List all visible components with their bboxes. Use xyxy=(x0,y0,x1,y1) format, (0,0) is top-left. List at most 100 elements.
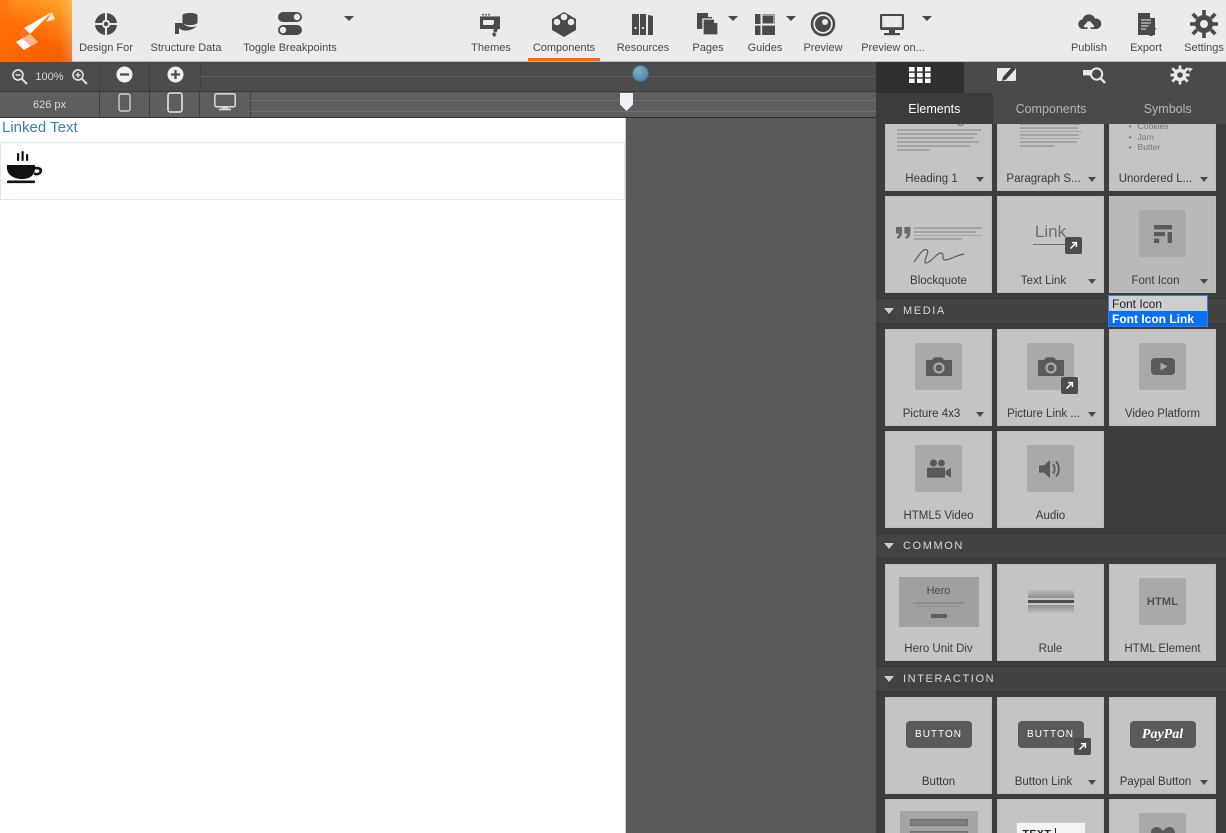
section-title: MEDIA xyxy=(903,305,946,317)
section-header-interaction[interactable]: INTERACTION xyxy=(876,666,1226,692)
dropdown-option-font-icon-link[interactable]: Font Icon Link xyxy=(1109,311,1207,326)
toolbar-button-structure-data[interactable]: Structure Data xyxy=(140,0,232,61)
toolbar-label: Settings xyxy=(1184,42,1224,54)
triangle-down-icon xyxy=(884,308,894,314)
tile-label: Button Link xyxy=(998,771,1103,793)
panel-tab-settings[interactable] xyxy=(1138,62,1226,93)
chevron-down-icon[interactable] xyxy=(1200,279,1208,284)
dropdown-option-font-icon[interactable]: Font Icon xyxy=(1109,296,1207,311)
device-tablet-button[interactable] xyxy=(150,91,200,118)
zoom-in-magnifier-icon[interactable] xyxy=(71,68,88,85)
tile-text-link[interactable]: Link Text Link xyxy=(997,196,1104,293)
button-link-preview: BUTTON xyxy=(998,698,1103,771)
breakpoint-remove-button[interactable] xyxy=(100,62,150,91)
toolbar-button-design-for[interactable]: Design For xyxy=(72,0,140,61)
main-toolbar: Design For Structure Data Toggle Breakpo… xyxy=(0,0,1226,62)
tile-video-platform[interactable]: Video Platform xyxy=(1109,329,1216,426)
subtab-symbols[interactable]: Symbols xyxy=(1109,93,1226,124)
zoom-out-magnifier-icon[interactable] xyxy=(11,68,29,85)
chevron-down-icon[interactable] xyxy=(1200,177,1208,182)
panel-scroll-area[interactable]: Heading Heading 1 xyxy=(876,124,1226,833)
tile-label: Text Link xyxy=(998,270,1103,292)
section-text-grid: Heading Heading 1 xyxy=(876,124,1226,293)
toolbar-button-guides[interactable]: Guides xyxy=(736,0,796,61)
toolbar-button-themes[interactable]: Themes xyxy=(460,0,522,61)
subtab-components[interactable]: Components xyxy=(993,93,1110,124)
tile-hero-unit-div[interactable]: Hero Hero Unit Div xyxy=(885,564,992,661)
panel-tab-inspect[interactable] xyxy=(1051,62,1139,93)
toolbar-button-components[interactable]: Components xyxy=(522,0,606,61)
tile-label: Paragraph S... xyxy=(998,168,1103,190)
toolbar-button-pages[interactable]: Pages xyxy=(680,0,738,61)
chevron-down-icon[interactable] xyxy=(1088,412,1096,417)
toolbar-button-export[interactable]: Export xyxy=(1118,0,1174,61)
tile-rule[interactable]: Rule xyxy=(997,564,1104,661)
tile-html-element[interactable]: HTML HTML Element xyxy=(1109,564,1216,661)
tile-button[interactable]: BUTTON Button xyxy=(885,697,992,794)
button-preview: BUTTON xyxy=(886,698,991,771)
tile-picture-link[interactable]: Picture Link ... xyxy=(997,329,1104,426)
tile-label: Paypal Button xyxy=(1110,771,1215,793)
chevron-down-icon[interactable] xyxy=(342,16,354,25)
tile-heading-1[interactable]: Heading Heading 1 xyxy=(885,124,992,191)
toolbar-label: Design For xyxy=(79,42,133,54)
components-icon xyxy=(549,7,579,41)
breakpoint-add-button[interactable] xyxy=(150,62,200,91)
triangle-down-icon xyxy=(884,543,894,549)
preview-hero-text: Hero xyxy=(926,585,951,598)
tile-heart[interactable] xyxy=(1109,799,1216,833)
toolbar-button-publish[interactable]: Publish xyxy=(1060,0,1118,61)
chevron-down-icon[interactable] xyxy=(920,16,932,25)
tile-label: Unordered L... xyxy=(1110,168,1215,190)
toolbar-button-resources[interactable]: Resources xyxy=(606,0,680,61)
breakpoint-handle-dot[interactable] xyxy=(632,65,649,82)
tile-font-icon[interactable]: Font Icon xyxy=(1109,196,1216,293)
toolbar-button-preview-on[interactable]: Preview on... xyxy=(852,0,934,61)
app-logo xyxy=(0,0,72,62)
list-item: Cookies • xyxy=(1129,124,1197,132)
bullet-icon: • xyxy=(1128,124,1132,132)
chevron-down-icon[interactable] xyxy=(1088,177,1096,182)
toolbar-button-toggle-breakpoints[interactable]: Toggle Breakpoints xyxy=(232,0,354,61)
tile-button-link[interactable]: BUTTON Button Link xyxy=(997,697,1104,794)
tile-picture-4x3[interactable]: Picture 4x3 xyxy=(885,329,992,426)
linked-text-label[interactable]: Linked Text xyxy=(2,119,78,136)
plus-circle-icon xyxy=(167,66,184,88)
font-icon-variant-dropdown[interactable]: Font Icon Font Icon Link xyxy=(1108,295,1208,327)
tile-html5-video[interactable]: HTML5 Video xyxy=(885,431,992,528)
subtab-elements[interactable]: Elements xyxy=(876,93,993,124)
camera-link-icon xyxy=(1027,343,1078,394)
tile-form[interactable] xyxy=(885,799,992,833)
tile-label: Picture Link ... xyxy=(998,403,1103,425)
tile-audio[interactable]: Audio xyxy=(997,431,1104,528)
text-link-preview: Link xyxy=(998,197,1103,270)
tile-label: Blockquote xyxy=(910,275,967,287)
panel-subtab-strip: Elements Components Symbols xyxy=(876,93,1226,124)
chevron-down-icon[interactable] xyxy=(976,412,984,417)
design-canvas[interactable]: Linked Text xyxy=(0,118,626,833)
chevron-down-icon[interactable] xyxy=(1200,780,1208,785)
toolbar-button-settings[interactable]: Settings xyxy=(1174,0,1226,61)
chevron-down-icon[interactable] xyxy=(976,177,984,182)
preview-button-text: BUTTON xyxy=(905,721,972,748)
panel-tab-library[interactable] xyxy=(876,62,964,93)
tile-paragraph[interactable]: Paragraph S... xyxy=(997,124,1104,191)
tile-text-input[interactable]: TEXT xyxy=(997,799,1104,833)
device-desktop-button[interactable] xyxy=(200,92,250,117)
chevron-down-icon[interactable] xyxy=(1088,780,1096,785)
device-phone-button[interactable] xyxy=(100,92,150,117)
tile-unordered-list[interactable]: Coffee• Cookies• Jam• Butter• Unordered … xyxy=(1109,124,1216,191)
toolbar-button-preview[interactable]: Preview xyxy=(794,0,852,61)
tile-paypal-button[interactable]: PayPal Paypal Button xyxy=(1109,697,1216,794)
panel-tab-edit[interactable] xyxy=(963,62,1051,93)
font-icon-element-box[interactable] xyxy=(0,142,625,200)
zoom-toolbar: 100% xyxy=(0,62,876,92)
breakpoint-track[interactable] xyxy=(200,76,876,77)
tile-blockquote[interactable]: Blockquote xyxy=(885,196,992,293)
zoom-controls-group: 100% xyxy=(0,62,100,91)
structure-data-icon xyxy=(171,7,201,41)
section-header-common[interactable]: COMMON xyxy=(876,533,1226,559)
camera-icon-art xyxy=(886,330,991,403)
tablet-icon xyxy=(166,91,183,118)
chevron-down-icon[interactable] xyxy=(1088,279,1096,284)
